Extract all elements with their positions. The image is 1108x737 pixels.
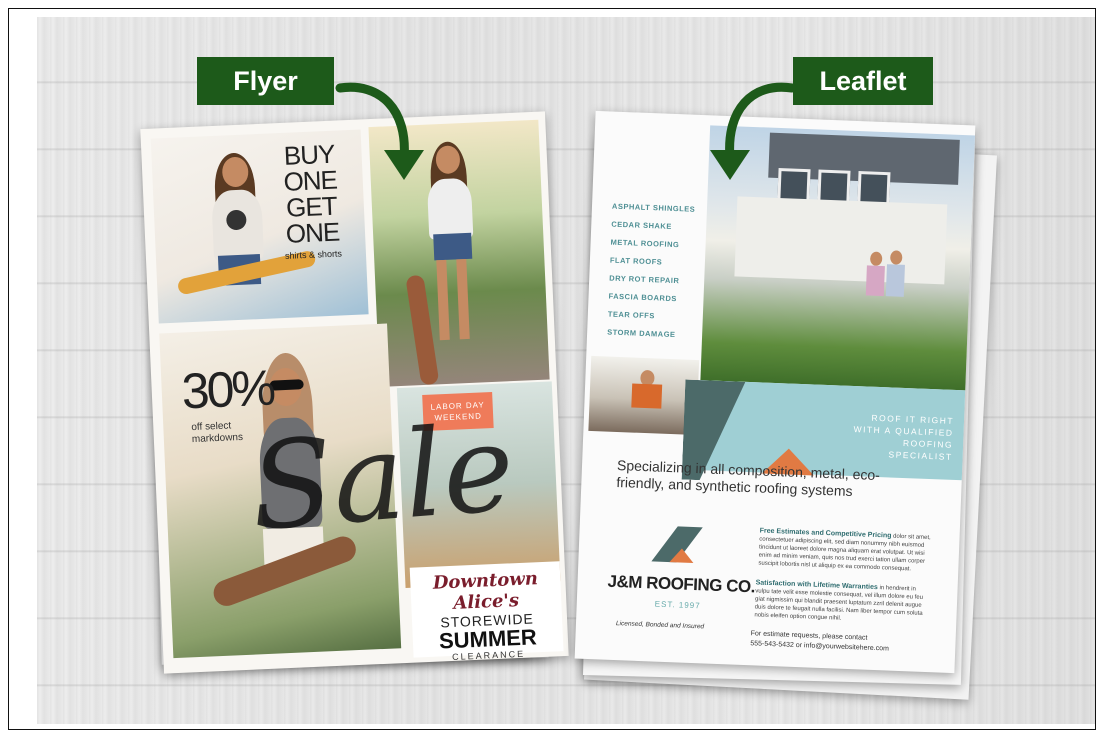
service-item: METAL ROOFING [610,237,680,250]
company-logo-mark [651,526,703,563]
roof-it-right-line-3: ROOFING SPECIALIST [888,437,954,462]
services-list: ASPHALT SHINGLES CEDAR SHAKE METAL ROOFI… [607,201,696,349]
established-text: EST. 1997 [654,599,701,611]
store-name: Downtown Alice's [432,568,539,614]
free-estimates-body: dolor sit amet, consectetuer adipiscing … [758,533,931,573]
service-item: FLAT ROOFS [609,255,663,267]
percent-sub-line-2: markdowns [191,431,244,446]
flyer-sheet: BUY ONE GET ONE shirts & shorts 30% off … [140,111,569,674]
percent-off: 30% [180,359,275,420]
service-item: CEDAR SHAKE [611,219,672,231]
leaflet-label: Leaflet [793,57,933,105]
free-estimates-block: Free Estimates and Competitive Pricing d… [758,528,934,575]
service-item: TEAR OFFS [607,309,656,321]
service-item: FASCIA BOARDS [608,291,677,304]
roof-it-right-text: ROOF IT RIGHT WITH A QUALIFIED ROOFING S… [842,411,954,463]
service-item: ASPHALT SHINGLES [611,201,696,214]
service-item: DRY ROT REPAIR [609,273,680,286]
percent-subtext: off select markdowns [191,420,243,446]
service-item: STORM DAMAGE [607,327,676,340]
company-name: J&M ROOFING CO. [607,571,756,597]
photo-roof-worker [588,355,700,436]
leaflet-arrow-icon [710,82,797,180]
leaflet-sheet: ASPHALT SHINGLES CEDAR SHAKE METAL ROOFI… [574,110,976,674]
flyer-arrow-icon [335,82,424,180]
contact-block: For estimate requests, please contact 55… [750,629,889,654]
satisfaction-block: Satisfaction with Lifetime Warranties in… [754,579,930,626]
bogo-line-2: GET ONE [285,190,340,249]
sale-script: Sale [245,398,519,558]
satisfaction-body: in hendrerit in vulpu tate velit esse mo… [754,585,924,622]
licensed-text: Licensed, Bonded and Insured [615,620,705,631]
clearance-box: Downtown Alice's STOREWIDE SUMMER CLEARA… [409,561,564,662]
flyer-label: Flyer [197,57,334,105]
